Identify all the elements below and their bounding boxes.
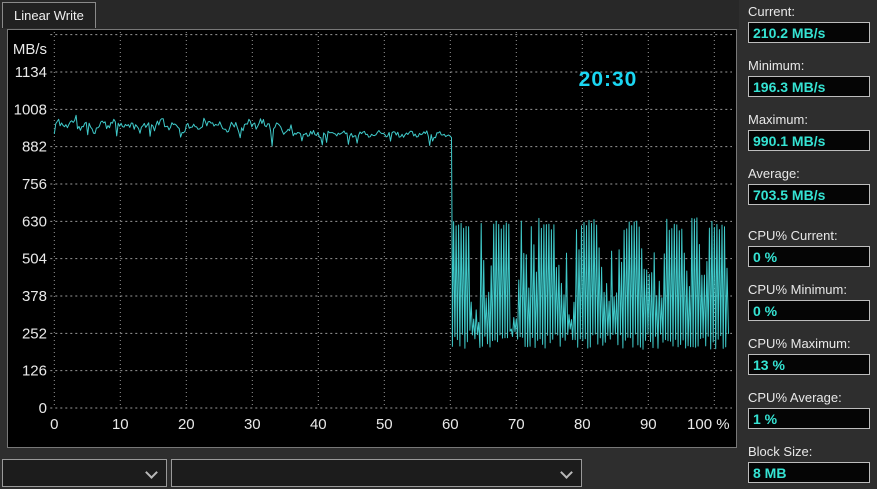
x-axis-tick-label: 80 — [574, 416, 591, 433]
stat-label: Maximum: — [748, 112, 808, 127]
stat-label: CPU% Current: — [748, 228, 838, 243]
stat-label: Current: — [748, 4, 795, 19]
stat-current: Current: 210.2 MB/s — [748, 4, 877, 43]
y-axis-tick-label: 126 — [22, 363, 47, 380]
benchmark-window: { "tab_bar": { "tabs": [ { "label": "Lin… — [0, 0, 877, 489]
stat-value-box: 1 % — [748, 408, 870, 429]
chevron-down-icon — [145, 466, 158, 479]
x-axis-tick-label: 30 — [244, 416, 261, 433]
stat-value-box: 8 MB — [748, 462, 870, 483]
stats-sidebar: Current: 210.2 MB/s Minimum: 196.3 MB/s … — [741, 0, 877, 489]
y-axis-tick-label: 882 — [22, 139, 47, 156]
stat-value: 1 % — [753, 410, 778, 427]
stat-value: 210.2 MB/s — [753, 24, 826, 41]
stat-minimum: Minimum: 196.3 MB/s — [748, 58, 877, 97]
stat-value-box: 0 % — [748, 246, 870, 267]
stat-label: CPU% Minimum: — [748, 282, 847, 297]
x-axis-tick-label: 40 — [310, 416, 327, 433]
x-axis-tick-label: 60 — [442, 416, 459, 433]
x-axis-tick-label: 100 % — [687, 416, 730, 433]
stat-value: 13 % — [753, 356, 785, 373]
stat-cpu-minimum: CPU% Minimum: 0 % — [748, 282, 877, 321]
stat-value: 8 MB — [753, 464, 787, 481]
stat-value-box: 703.5 MB/s — [748, 184, 870, 205]
stat-maximum: Maximum: 990.1 MB/s — [748, 112, 877, 151]
benchmark-chart: MB/s 0 126 252 378 504 630 756 882 1008 1134 0 10 20 3… — [13, 32, 732, 433]
stat-value-box: 196.3 MB/s — [748, 76, 870, 97]
drive-select[interactable]: Disk Drive #3 [ACASIS EC-6609Air] (238.5… — [171, 459, 582, 487]
x-axis-tick-label: 50 — [376, 416, 393, 433]
x-axis-tick-label: 10 — [112, 416, 129, 433]
test-type-select[interactable]: Linear Write — [2, 459, 167, 487]
y-axis-tick-label: 1134 — [15, 64, 47, 81]
tab-linear-write[interactable]: Linear Write — [2, 2, 96, 28]
stat-block-size: Block Size: 8 MB — [748, 444, 877, 483]
stat-cpu-current: CPU% Current: 0 % — [748, 228, 877, 267]
y-axis-tick-label: 756 — [22, 176, 47, 193]
stat-label: CPU% Average: — [748, 390, 842, 405]
chevron-down-icon — [560, 466, 573, 479]
stat-value: 990.1 MB/s — [753, 132, 826, 149]
x-axis-tick-label: 20 — [178, 416, 195, 433]
stat-value-box: 990.1 MB/s — [748, 130, 870, 151]
y-axis-tick-label: 1008 — [14, 101, 47, 118]
y-axis-tick-label: 378 — [22, 288, 47, 305]
y-axis-tick-label: 504 — [22, 251, 47, 268]
stat-value-box: 13 % — [748, 354, 870, 375]
stat-value: 703.5 MB/s — [753, 186, 826, 203]
stat-value-box: 0 % — [748, 300, 870, 321]
x-axis-tick-label: 90 — [640, 416, 657, 433]
stat-value-box: 210.2 MB/s — [748, 22, 870, 43]
y-axis-tick-label: 630 — [22, 213, 47, 230]
y-axis-tick-label: 252 — [22, 325, 47, 342]
y-axis-tick-label: 0 — [39, 400, 47, 417]
stat-label: Minimum: — [748, 58, 805, 73]
stat-label: CPU% Maximum: — [748, 336, 851, 351]
stat-value: 196.3 MB/s — [753, 78, 826, 95]
x-axis-tick-label: 0 — [50, 416, 58, 433]
stat-cpu-average: CPU% Average: 1 % — [748, 390, 877, 429]
stat-average: Average: 703.5 MB/s — [748, 166, 877, 205]
stat-value: 0 % — [753, 248, 778, 265]
stat-label: Average: — [748, 166, 800, 181]
stat-value: 0 % — [753, 302, 778, 319]
tab-bar: Linear Write — [0, 0, 739, 29]
stat-label: Block Size: — [748, 444, 813, 459]
y-axis-unit-label: MB/s — [13, 41, 47, 58]
x-axis-tick-label: 70 — [508, 416, 525, 433]
elapsed-time: 20:30 — [578, 68, 638, 91]
benchmark-chart-panel: MB/s 0 126 252 378 504 630 756 882 1008 1134 0 10 20 3… — [7, 29, 737, 448]
stat-cpu-maximum: CPU% Maximum: 13 % — [748, 336, 877, 375]
throughput-line — [53, 114, 729, 350]
